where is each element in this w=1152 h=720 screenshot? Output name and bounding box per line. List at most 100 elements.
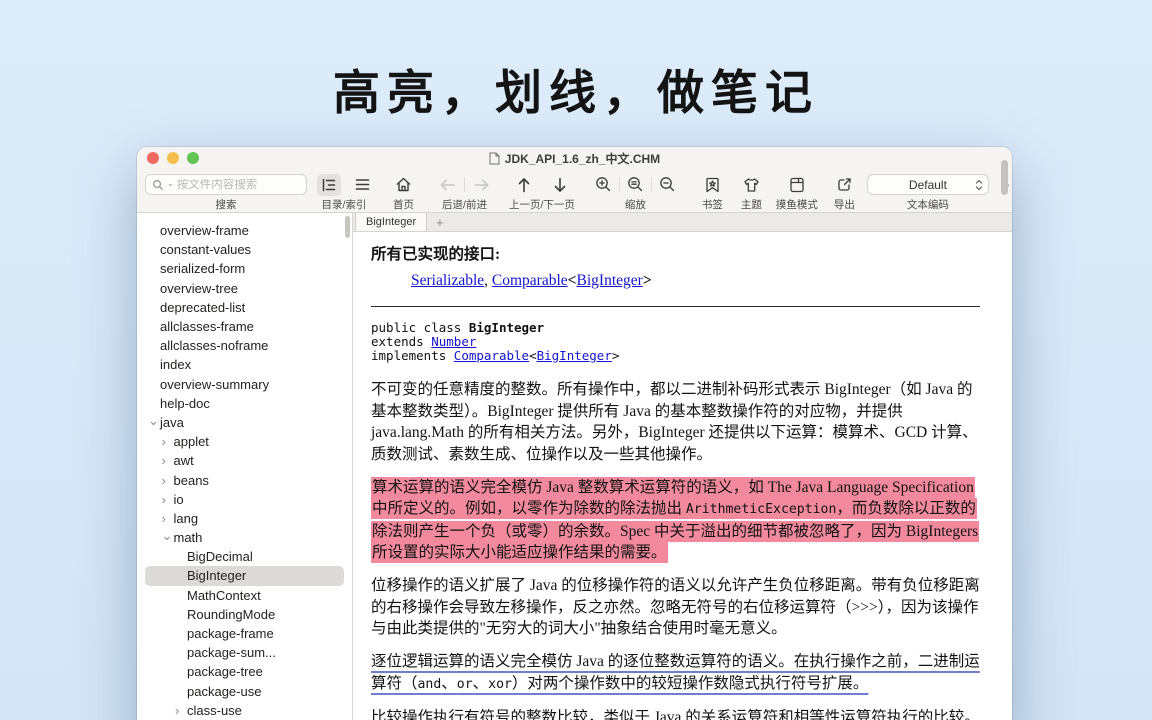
sidebar-item-mathcontext[interactable]: MathContext bbox=[145, 586, 344, 605]
sidebar-item-label: index bbox=[160, 357, 192, 373]
chevron-down-icon[interactable]: ⌄ bbox=[162, 529, 173, 542]
sidebar-item-deprecated-list[interactable]: deprecated-list bbox=[145, 298, 344, 317]
divider bbox=[464, 177, 465, 192]
chevron-right-icon[interactable]: › bbox=[162, 474, 166, 487]
sidebar-item-label: constant-values bbox=[160, 242, 252, 258]
forward-button[interactable] bbox=[472, 174, 491, 196]
new-tab-button[interactable]: + bbox=[427, 213, 453, 231]
sidebar-item-package-sum-[interactable]: package-sum... bbox=[145, 643, 344, 662]
doc-link[interactable]: Number bbox=[431, 334, 476, 349]
chevron-right-icon[interactable]: › bbox=[162, 512, 166, 525]
sidebar-item-applet[interactable]: › applet bbox=[145, 432, 344, 451]
sidebar-item-label: io bbox=[173, 491, 184, 507]
sidebar-item-overview-tree[interactable]: overview-tree bbox=[145, 279, 344, 298]
sidebar-item-package-use[interactable]: package-use bbox=[145, 682, 344, 701]
sidebar-item-label: java bbox=[160, 414, 184, 430]
search-scope-chevron-icon[interactable]: ⌄ bbox=[167, 179, 174, 188]
sidebar-item-math[interactable]: ⌄ math bbox=[145, 528, 344, 547]
sidebar-item-awt[interactable]: › awt bbox=[145, 451, 344, 470]
sidebar-scrollbar[interactable] bbox=[345, 216, 350, 238]
sidebar-item-allclasses-noframe[interactable]: allclasses-noframe bbox=[145, 336, 344, 355]
encoding-select[interactable]: Default bbox=[866, 174, 989, 195]
tab-bar: BigInteger + bbox=[353, 213, 1012, 232]
doc-link[interactable]: Serializable bbox=[411, 272, 484, 289]
sidebar-item-label: BigInteger bbox=[187, 568, 247, 584]
doc-link[interactable]: BigInteger bbox=[577, 272, 643, 289]
doc-link[interactable]: Comparable bbox=[454, 348, 529, 363]
sidebar-item-class-use[interactable]: › class-use bbox=[145, 701, 344, 720]
tab-biginteger[interactable]: BigInteger bbox=[355, 213, 428, 231]
fish-mode-label: 摸鱼模式 bbox=[775, 199, 818, 211]
chevron-right-icon[interactable]: › bbox=[175, 704, 179, 717]
zoom-out-button[interactable] bbox=[659, 174, 676, 196]
reader-device-icon bbox=[788, 176, 806, 194]
minimize-window-button[interactable] bbox=[167, 152, 179, 164]
back-button[interactable] bbox=[438, 174, 457, 196]
sidebar-item-biginteger[interactable]: BigInteger bbox=[145, 566, 344, 586]
sidebar-item-serialized-form[interactable]: serialized-form bbox=[145, 259, 344, 278]
index-list-button[interactable] bbox=[354, 174, 371, 196]
sidebar-item-package-tree[interactable]: package-tree bbox=[145, 662, 344, 681]
doc-link[interactable]: BigInteger bbox=[537, 348, 612, 363]
zoom-in-icon bbox=[595, 176, 612, 193]
sidebar-item-help-doc[interactable]: help-doc bbox=[145, 394, 344, 413]
sidebar-item-label: awt bbox=[173, 453, 194, 469]
sidebar-item-lang[interactable]: › lang bbox=[145, 509, 344, 528]
pages-group: 上一页/下一页 bbox=[509, 173, 575, 212]
fish-mode-button[interactable] bbox=[788, 174, 806, 196]
encoding-group: Default 文本编码 bbox=[866, 173, 989, 212]
sidebar: overview-frame constant-values serialized-… bbox=[137, 213, 353, 720]
class-declaration: public class BigInteger extends Number imp… bbox=[371, 321, 982, 363]
doc-text: xor bbox=[488, 676, 512, 692]
paragraph: 位移操作的语义扩展了 Java 的位移操作符的语义以允许产生负位移距离。带有负位… bbox=[371, 575, 982, 640]
sidebar-item-overview-summary[interactable]: overview-summary bbox=[145, 375, 344, 394]
sidebar-item-constant-values[interactable]: constant-values bbox=[145, 240, 344, 259]
chevron-right-icon[interactable]: › bbox=[162, 454, 166, 467]
next-page-button[interactable] bbox=[553, 174, 567, 196]
search-input-box[interactable]: ⌄ bbox=[145, 174, 307, 195]
sidebar-tree: overview-frame constant-values serialized-… bbox=[137, 221, 352, 720]
close-window-button[interactable] bbox=[147, 152, 159, 164]
doc-text: 所有已实现的接口: bbox=[371, 246, 501, 263]
zoom-window-button[interactable] bbox=[187, 152, 199, 164]
theme-label: 主题 bbox=[740, 199, 762, 211]
highlight-annotation: 算术运算的语义完全模仿 Java 整数算术运算符的语义，如 The Java L… bbox=[371, 476, 980, 563]
bookmark-button[interactable] bbox=[704, 174, 721, 196]
sidebar-item-label: package-frame bbox=[187, 626, 274, 642]
sidebar-item-io[interactable]: › io bbox=[145, 490, 344, 509]
sidebar-item-bigdecimal[interactable]: BigDecimal bbox=[145, 547, 344, 566]
sidebar-item-beans[interactable]: › beans bbox=[145, 470, 344, 489]
prev-page-button[interactable] bbox=[517, 174, 531, 196]
home-button[interactable] bbox=[394, 174, 413, 196]
zoom-reset-button[interactable] bbox=[627, 174, 644, 196]
export-button[interactable] bbox=[836, 174, 853, 196]
search-label: 搜索 bbox=[215, 199, 237, 211]
sidebar-item-roundingmode[interactable]: RoundingMode bbox=[145, 605, 344, 624]
theme-button[interactable] bbox=[742, 174, 761, 196]
content-column: BigInteger + 所有已实现的接口: Serializable, Comp… bbox=[353, 160, 1012, 720]
paragraph-highlight: 算术运算的语义完全模仿 Java 整数算术运算符的语义，如 The Java L… bbox=[371, 476, 982, 564]
doc-text: implements bbox=[371, 348, 454, 363]
bookmark-group: 书签 bbox=[702, 173, 723, 212]
sidebar-item-label: beans bbox=[173, 472, 209, 488]
chevron-right-icon[interactable]: › bbox=[162, 435, 166, 448]
chevron-right-icon[interactable]: › bbox=[162, 493, 166, 506]
toc-tree-button[interactable] bbox=[317, 173, 341, 196]
home-group: 首页 bbox=[393, 173, 414, 212]
zoom-label: 缩放 bbox=[624, 199, 646, 211]
sidebar-item-java[interactable]: ⌄ java bbox=[145, 413, 344, 432]
pages-label: 上一页/下一页 bbox=[509, 199, 575, 211]
sidebar-item-package-frame[interactable]: package-frame bbox=[145, 624, 344, 643]
doc-link[interactable]: Comparable bbox=[492, 272, 568, 289]
doc-text: or bbox=[456, 676, 473, 692]
search-input[interactable] bbox=[176, 178, 300, 191]
doc-text: > bbox=[611, 348, 620, 363]
doc-content: 所有已实现的接口: Serializable, Comparable<BigInt… bbox=[353, 232, 1012, 720]
sidebar-item-allclasses-frame[interactable]: allclasses-frame bbox=[145, 317, 344, 336]
zoom-in-button[interactable] bbox=[595, 174, 612, 196]
chevron-down-icon[interactable]: ⌄ bbox=[148, 414, 159, 427]
sidebar-item-overview-frame[interactable]: overview-frame bbox=[145, 221, 344, 240]
content-scrollbar[interactable] bbox=[1001, 160, 1008, 195]
home-icon bbox=[394, 175, 413, 194]
sidebar-item-index[interactable]: index bbox=[145, 355, 344, 374]
